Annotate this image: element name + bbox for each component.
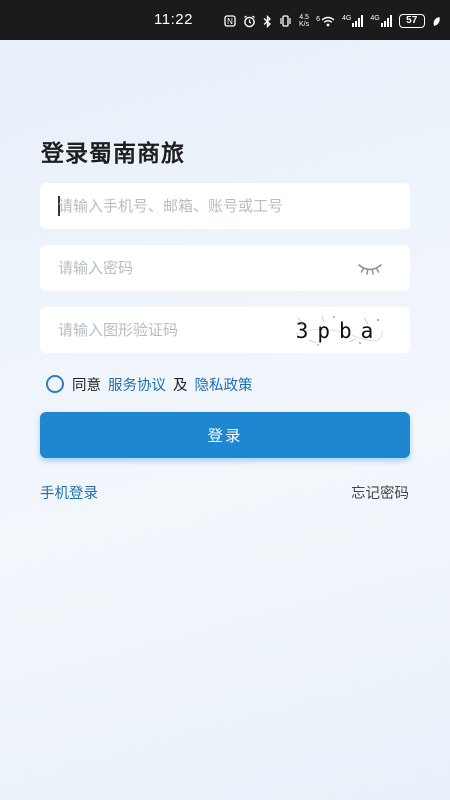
svg-text:N: N	[227, 17, 233, 26]
alarm-icon	[243, 15, 256, 28]
captcha-image[interactable]: 3pba	[294, 312, 384, 348]
agreement-prefix: 同意	[72, 377, 101, 394]
net-speed: 4.5 K/s	[299, 14, 309, 28]
password-field[interactable]	[40, 245, 410, 291]
wifi-label: 6	[316, 15, 321, 23]
password-input[interactable]	[58, 245, 288, 291]
net2-label: 4G	[370, 15, 380, 22]
captcha-input[interactable]	[58, 307, 288, 353]
captcha-field[interactable]: 3pba	[40, 307, 410, 353]
account-field[interactable]	[40, 183, 410, 229]
agreement-conjunction: 及	[173, 377, 188, 394]
eye-closed-icon[interactable]	[356, 258, 384, 278]
net1-label: 4G	[342, 15, 352, 22]
wifi-icon: 6	[316, 16, 335, 27]
nfc-icon: N	[224, 15, 236, 27]
account-input[interactable]	[58, 183, 388, 229]
net-speed-unit: K/s	[299, 21, 310, 28]
signal-icon-2: 4G	[370, 15, 392, 27]
phone-login-link[interactable]: 手机登录	[40, 482, 98, 503]
captcha-text: 3pba	[296, 319, 383, 343]
forgot-password-link[interactable]: 忘记密码	[351, 482, 409, 503]
service-agreement-link[interactable]: 服务协议	[108, 374, 166, 395]
page-title: 登录蜀南商旅	[41, 141, 185, 167]
status-bar: 11:22 N 4.5 K/s 6 4G 4G 57	[0, 0, 450, 40]
privacy-policy-link[interactable]: 隐私政策	[195, 374, 253, 395]
status-time: 11:22	[154, 11, 193, 28]
radio-unchecked-icon[interactable]	[46, 375, 64, 393]
login-button[interactable]: 登录	[40, 412, 410, 458]
status-icons: N 4.5 K/s 6 4G 4G 57	[224, 12, 441, 30]
agreement-row: 同意 服务协议 及 隐私政策	[46, 374, 253, 394]
net-speed-value: 4.5	[299, 14, 309, 21]
battery-indicator: 57	[398, 14, 425, 28]
bluetooth-icon	[263, 14, 272, 28]
vibrate-icon	[279, 15, 292, 27]
leaf-icon	[432, 16, 441, 27]
signal-icon-1: 4G	[342, 15, 364, 27]
